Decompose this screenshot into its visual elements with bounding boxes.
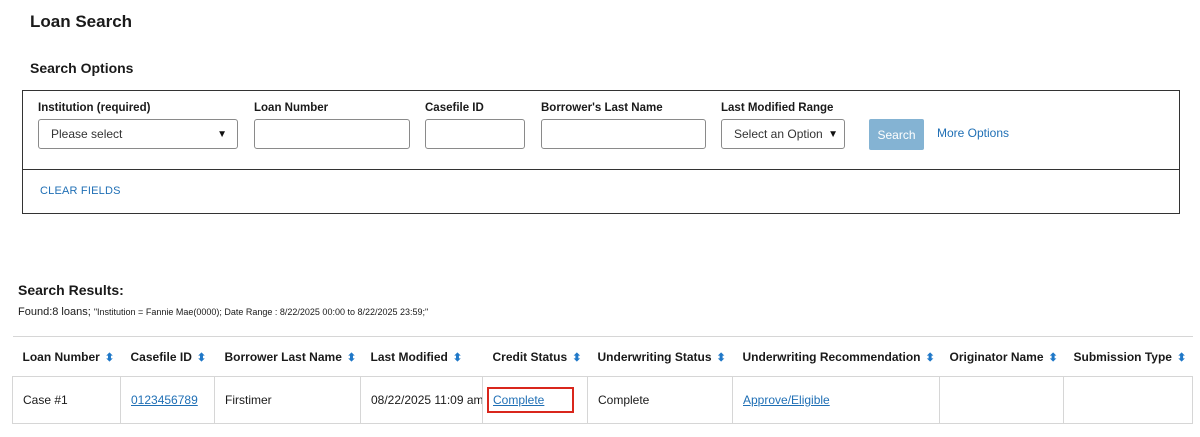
loan-number-input[interactable] — [254, 119, 410, 149]
table-header-row: Loan Number ⬍ Casefile ID ⬍ Borrower Last … — [12, 336, 1193, 377]
casefile-id-input[interactable] — [425, 119, 525, 149]
loan-number-label: Loan Number — [254, 102, 329, 114]
column-header-credit-status[interactable]: Credit Status ⬍ — [482, 336, 588, 377]
sort-arrows-icon[interactable]: ⬍ — [1049, 352, 1058, 364]
search-button[interactable]: Search — [869, 119, 924, 150]
cell-credit-status: Complete — [482, 376, 588, 424]
cell-borrower-last-name: Firstimer — [214, 376, 361, 424]
institution-select-value: Please select — [51, 127, 123, 141]
casefile-id-link[interactable]: 0123456789 — [131, 393, 198, 407]
column-header-last-modified[interactable]: Last Modified ⬍ — [360, 336, 483, 377]
institution-select[interactable]: Please select ▼ — [38, 119, 238, 149]
column-header-loan-number[interactable]: Loan Number ⬍ — [12, 336, 121, 377]
sort-arrows-icon[interactable]: ⬍ — [926, 352, 935, 364]
search-options-panel: Institution (required) Please select ▼ L… — [22, 90, 1180, 214]
sort-arrows-icon[interactable]: ⬍ — [105, 352, 114, 364]
last-modified-range-label: Last Modified Range — [721, 102, 834, 114]
table-row: Case #1 0123456789 Firstimer 08/22/2025 … — [12, 376, 1193, 424]
results-found-count: Found:8 loans; — [18, 306, 91, 318]
column-header-casefile-id[interactable]: Casefile ID ⬍ — [120, 336, 215, 377]
caret-down-icon: ▼ — [828, 128, 838, 140]
column-header-underwriting-status[interactable]: Underwriting Status ⬍ — [587, 336, 733, 377]
results-filter-detail: "Institution = Fannie Mae(0000); Date Ra… — [93, 307, 429, 317]
sort-arrows-icon[interactable]: ⬍ — [453, 352, 462, 364]
sort-arrows-icon[interactable]: ⬍ — [717, 352, 726, 364]
sort-arrows-icon[interactable]: ⬍ — [1177, 352, 1186, 364]
last-modified-range-value: Select an Option — [734, 127, 823, 141]
sort-arrows-icon[interactable]: ⬍ — [347, 352, 356, 364]
sort-arrows-icon[interactable]: ⬍ — [197, 352, 206, 364]
column-header-originator-name[interactable]: Originator Name ⬍ — [939, 336, 1064, 377]
cell-submission-type — [1063, 376, 1193, 424]
cell-underwriting-status: Complete — [587, 376, 733, 424]
underwriting-recommendation-link[interactable]: Approve/Eligible — [743, 393, 830, 407]
column-header-submission-type[interactable]: Submission Type ⬍ — [1063, 336, 1193, 377]
more-options-link[interactable]: More Options — [937, 126, 1009, 140]
search-options-title: Search Options — [30, 60, 134, 76]
cell-originator-name — [939, 376, 1064, 424]
cell-last-modified: 08/22/2025 11:09 am — [360, 376, 483, 424]
column-header-borrower-last-name[interactable]: Borrower Last Name ⬍ — [214, 336, 361, 377]
page-title: Loan Search — [30, 12, 133, 31]
panel-divider — [23, 169, 1179, 170]
search-results-table: Loan Number ⬍ Casefile ID ⬍ Borrower Last … — [12, 336, 1193, 424]
borrower-last-name-input[interactable] — [541, 119, 706, 149]
column-header-underwriting-recommendation[interactable]: Underwriting Recommendation ⬍ — [732, 336, 940, 377]
cell-casefile-id: 0123456789 — [120, 376, 215, 424]
casefile-id-label: Casefile ID — [425, 102, 484, 114]
borrower-last-name-label: Borrower's Last Name — [541, 102, 663, 114]
institution-label: Institution (required) — [38, 102, 151, 114]
credit-status-highlight: Complete — [486, 387, 575, 413]
caret-down-icon: ▼ — [217, 128, 227, 140]
last-modified-range-select[interactable]: Select an Option ▼ — [721, 119, 845, 149]
search-results-title: Search Results: — [18, 282, 124, 298]
cell-loan-number: Case #1 — [12, 376, 121, 424]
results-summary: Found:8 loans; "Institution = Fannie Mae… — [18, 306, 428, 318]
cell-underwriting-recommendation: Approve/Eligible — [732, 376, 940, 424]
clear-fields-link[interactable]: CLEAR FIELDS — [40, 185, 121, 197]
credit-status-link[interactable]: Complete — [493, 393, 544, 407]
sort-arrows-icon[interactable]: ⬍ — [572, 352, 581, 364]
